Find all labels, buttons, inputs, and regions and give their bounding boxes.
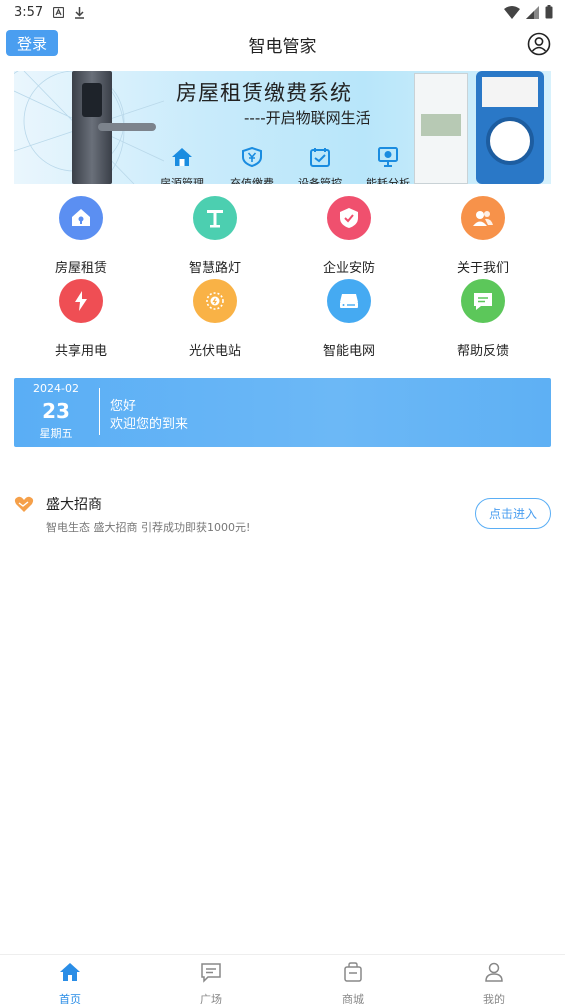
feature-grid: 房屋租赁 智慧路灯 企业安防 关于我们 共享用电 光伏电站 智能电网 帮助反馈	[14, 196, 551, 366]
date-divider	[99, 388, 100, 435]
status-time: 3:57	[14, 4, 44, 20]
yen-shield-icon	[242, 146, 262, 168]
grid-item-shared-power[interactable]: 共享用电	[14, 279, 148, 359]
enter-button[interactable]: 点击进入	[475, 498, 551, 529]
grid-item-about-us[interactable]: 关于我们	[416, 196, 550, 276]
tab-square[interactable]: 广场	[176, 961, 246, 1004]
download-icon	[75, 6, 85, 19]
status-bar: 3:57	[0, 0, 565, 24]
grid-label: 智慧路灯	[188, 261, 241, 276]
tab-mall[interactable]: 商城	[318, 961, 388, 1004]
home-icon	[60, 963, 80, 981]
grid-label: 企业安防	[322, 261, 375, 276]
shopping-bag-icon	[344, 962, 362, 982]
grid-label: 关于我们	[456, 261, 509, 276]
message-square-icon	[201, 963, 221, 983]
people-icon	[473, 211, 493, 226]
promo-title: 盛大招商	[46, 497, 102, 513]
greeting-text: 您好	[110, 399, 137, 414]
shield-check-icon	[340, 208, 358, 228]
grid-label: 光伏电站	[188, 344, 241, 359]
welcome-text: 欢迎您的到来	[110, 417, 189, 432]
grid-item-help-feedback[interactable]: 帮助反馈	[416, 279, 550, 359]
banner-title: 房屋租赁缴费系统	[176, 81, 352, 105]
grid-label: 帮助反馈	[456, 344, 509, 359]
date-weekday: 星期五	[39, 427, 73, 440]
user-icon	[485, 962, 503, 982]
grid-label: 共享用电	[54, 344, 107, 359]
app-header: 登录 智电管家	[0, 26, 565, 62]
promo-section: 盛大招商 智电生态 盛大招商 引荐成功即获1000元! 点击进入	[14, 490, 551, 540]
monitor-chart-icon	[378, 147, 398, 167]
page-title: 智电管家	[248, 37, 317, 57]
server-icon	[340, 294, 358, 308]
grid-label: 智能电网	[322, 344, 375, 359]
date-day: 23	[42, 399, 70, 423]
tab-home[interactable]: 首页	[35, 961, 105, 1004]
banner-carousel[interactable]: 房屋租赁缴费系统 ----开启物联网生活 房源管理 充值缴费 设备管控 能耗分析	[14, 71, 551, 184]
handshake-heart-icon	[14, 496, 34, 512]
house-key-icon	[72, 209, 90, 226]
promo-description: 智电生态 盛大招商 引荐成功即获1000元!	[46, 521, 251, 534]
chat-icon	[474, 293, 492, 310]
welcome-date-card: 2024-02 23 星期五 您好 欢迎您的到来	[14, 378, 551, 447]
tab-mine[interactable]: 我的	[459, 961, 529, 1004]
lightning-icon	[75, 291, 87, 311]
grid-item-house-rental[interactable]: 房屋租赁	[14, 196, 148, 276]
water-meter-image	[476, 71, 544, 184]
wifi-icon	[504, 5, 520, 19]
user-profile-icon[interactable]	[527, 32, 551, 56]
grid-item-solar-station[interactable]: 光伏电站	[148, 279, 282, 359]
house-icon	[172, 148, 192, 166]
grid-item-smart-grid[interactable]: 智能电网	[282, 279, 416, 359]
banner-subtitle: ----开启物联网生活	[244, 109, 371, 127]
banner-item-recharge: 充值缴费	[222, 146, 282, 184]
banner-item-device: 设备管控	[290, 147, 350, 184]
battery-icon	[545, 5, 553, 19]
electric-meter-image	[414, 73, 468, 184]
grid-label: 房屋租赁	[54, 261, 107, 276]
date-year-month: 2024-02	[33, 382, 79, 395]
smart-lock-image	[72, 71, 156, 184]
calendar-check-icon	[310, 148, 330, 167]
banner-item-house: 房源管理	[152, 147, 212, 184]
grid-item-enterprise-security[interactable]: 企业安防	[282, 196, 416, 276]
notification-a-icon	[53, 6, 65, 18]
banner-item-energy: 能耗分析	[358, 147, 418, 184]
date-column: 2024-02 23 星期五	[24, 382, 88, 441]
bottom-tab-bar: 首页 广场 商城 我的	[0, 954, 565, 1004]
street-lamp-icon	[207, 210, 223, 228]
signal-icon	[526, 5, 539, 19]
sun-icon	[206, 292, 224, 310]
grid-item-street-lamp[interactable]: 智慧路灯	[148, 196, 282, 276]
